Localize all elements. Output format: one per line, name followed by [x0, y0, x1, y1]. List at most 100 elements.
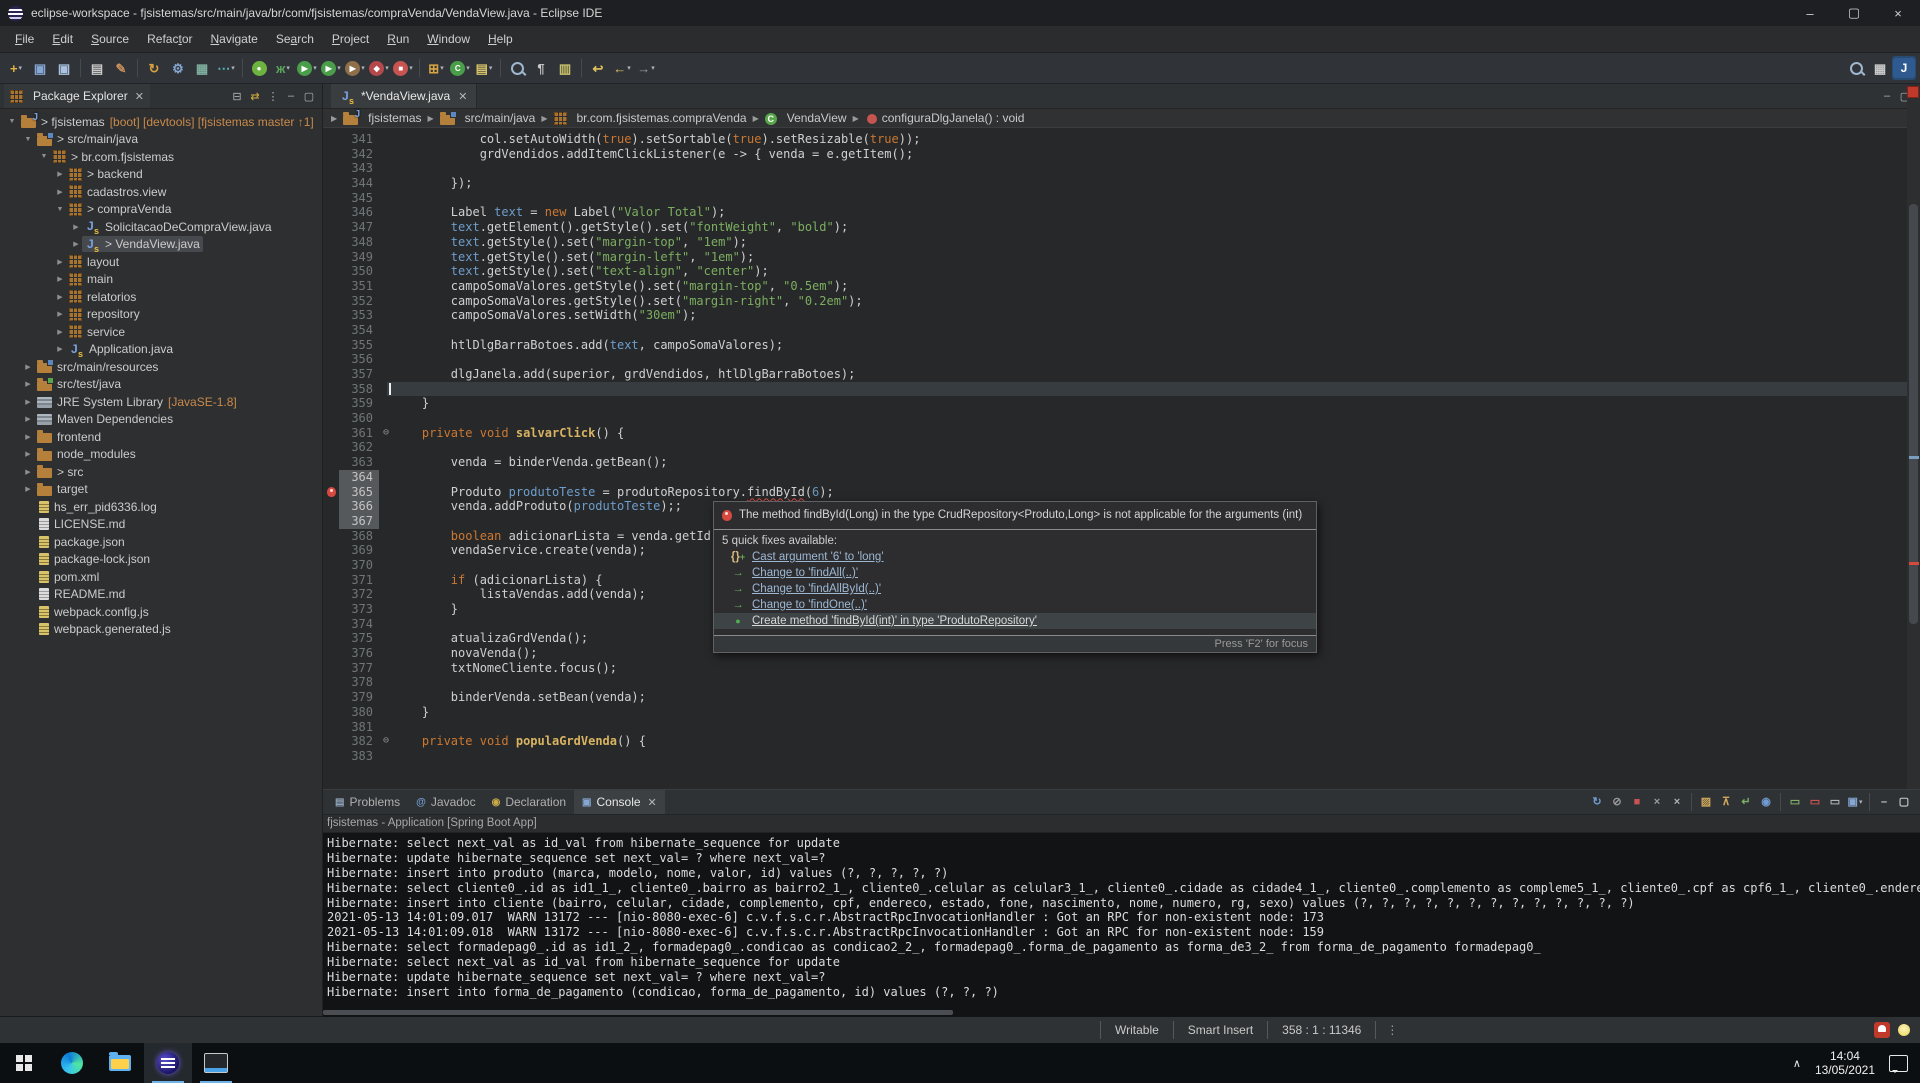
- tree-item-label[interactable]: node_modules: [34, 446, 139, 462]
- tree-item[interactable]: README.md: [0, 586, 322, 604]
- tree-item-label[interactable]: package.json: [34, 534, 128, 550]
- line-number[interactable]: 352: [339, 294, 379, 309]
- scroll-lock-icon[interactable]: ⊼: [1716, 792, 1736, 812]
- expander-icon[interactable]: ▶: [54, 275, 66, 283]
- line-number[interactable]: 376: [339, 646, 379, 661]
- line-number[interactable]: 360: [339, 411, 379, 426]
- run-history-icon[interactable]: ▶▾: [319, 56, 343, 80]
- fold-collapse-icon[interactable]: ⊖: [379, 426, 393, 441]
- line-number[interactable]: 359: [339, 396, 379, 411]
- line-number[interactable]: 343: [339, 161, 379, 176]
- line-number[interactable]: 341: [339, 132, 379, 147]
- run-icon[interactable]: ▶▾: [295, 56, 319, 80]
- breadcrumb-item[interactable]: configuraDlgJanela() : void: [861, 111, 1029, 125]
- tree-item-label[interactable]: Maven Dependencies: [34, 411, 176, 427]
- line-number[interactable]: 365: [339, 485, 379, 500]
- minimize-icon[interactable]: –: [1874, 792, 1894, 812]
- line-number[interactable]: 377: [339, 661, 379, 676]
- tree-item-label[interactable]: JRE System Library[JavaSE-1.8]: [34, 394, 240, 410]
- tree-item-label[interactable]: LICENSE.md: [34, 516, 128, 532]
- tree-item-label[interactable]: hs_err_pid6336.log: [34, 499, 160, 515]
- code-line[interactable]: 381: [323, 720, 1920, 735]
- tree-item[interactable]: ▶Maven Dependencies: [0, 411, 322, 429]
- tree-item[interactable]: ▼> src/main/java: [0, 131, 322, 149]
- minimize-icon[interactable]: –: [282, 87, 300, 105]
- remove-launch-icon[interactable]: ×: [1647, 792, 1667, 812]
- lightbulb-icon[interactable]: [1898, 1024, 1910, 1036]
- expander-icon[interactable]: ▼: [54, 206, 66, 213]
- console-tab-console[interactable]: ▣Console✕: [574, 790, 665, 814]
- code-line[interactable]: 355 htlDlgBarraBotoes.add(text, campoSom…: [323, 338, 1920, 353]
- expander-icon[interactable]: ▶: [22, 433, 34, 441]
- tree-item-label[interactable]: > backend: [66, 166, 146, 182]
- tree-item-label[interactable]: src/main/resources: [34, 359, 161, 375]
- taskbar-edge[interactable]: [48, 1043, 96, 1083]
- collapse-all-icon[interactable]: ⊟: [228, 87, 246, 105]
- print-icon[interactable]: ▤: [85, 56, 109, 80]
- line-number[interactable]: 375: [339, 631, 379, 646]
- code-line[interactable]: 364: [323, 470, 1920, 485]
- code-line[interactable]: 352 campoSomaValores.getStyle().set("mar…: [323, 294, 1920, 309]
- tree-item-label[interactable]: > br.com.fjsistemas: [50, 149, 177, 165]
- error-overview-tick[interactable]: [1909, 562, 1919, 565]
- code-editor[interactable]: 341 col.setAutoWidth(true).setSortable(t…: [323, 128, 1920, 789]
- tree-item[interactable]: package.json: [0, 533, 322, 551]
- tree-item-label[interactable]: > VendaView.java: [82, 236, 203, 252]
- tree-item[interactable]: ▼> fjsistemas[boot] [devtools] [fjsistem…: [0, 113, 322, 131]
- line-number[interactable]: 378: [339, 675, 379, 690]
- close-icon[interactable]: ✕: [458, 90, 467, 103]
- new-wizard-icon[interactable]: +▾: [4, 56, 28, 80]
- maximize-icon[interactable]: ▢: [1894, 792, 1914, 812]
- pin-console-icon[interactable]: ◉: [1756, 792, 1776, 812]
- tree-item-label[interactable]: SolicitacaoDeCompraView.java: [82, 219, 275, 235]
- line-number[interactable]: 372: [339, 587, 379, 602]
- editor-scrollbar[interactable]: [1907, 84, 1920, 789]
- menu-file[interactable]: File: [6, 29, 43, 49]
- line-number[interactable]: 349: [339, 250, 379, 265]
- code-line[interactable]: 344 });: [323, 176, 1920, 191]
- disconnect-icon[interactable]: ⊘: [1607, 792, 1627, 812]
- tree-item-label[interactable]: > compraVenda: [66, 201, 174, 217]
- java-search-icon[interactable]: [505, 56, 529, 80]
- action-center-icon[interactable]: [1889, 1055, 1908, 1072]
- tree-item[interactable]: hs_err_pid6336.log: [0, 498, 322, 516]
- tree-item[interactable]: webpack.config.js: [0, 603, 322, 621]
- code-line[interactable]: 356: [323, 352, 1920, 367]
- tree-item[interactable]: ▶frontend: [0, 428, 322, 446]
- maximize-button[interactable]: ▢: [1832, 0, 1876, 26]
- line-number[interactable]: 350: [339, 264, 379, 279]
- open-perspective-icon[interactable]: ▦: [1868, 56, 1892, 80]
- code-line[interactable]: 358: [323, 382, 1920, 397]
- show-stdout-icon[interactable]: ▭: [1785, 792, 1805, 812]
- quickfix-item[interactable]: →Change to 'findAll(..)': [714, 565, 1316, 581]
- refresh-icon[interactable]: ↻: [142, 56, 166, 80]
- line-number[interactable]: 363: [339, 455, 379, 470]
- java-perspective-icon[interactable]: J: [1892, 56, 1916, 80]
- expander-icon[interactable]: ▼: [38, 153, 50, 160]
- expander-icon[interactable]: ▶: [22, 380, 34, 388]
- breadcrumb-item[interactable]: fjsistemas: [339, 111, 425, 125]
- close-icon[interactable]: ✕: [135, 90, 144, 103]
- package-explorer-tab[interactable]: Package Explorer ✕: [4, 84, 150, 108]
- line-number[interactable]: 351: [339, 279, 379, 294]
- expander-icon[interactable]: ▼: [6, 118, 18, 125]
- menu-edit[interactable]: Edit: [43, 29, 82, 49]
- line-number[interactable]: 373: [339, 602, 379, 617]
- expander-icon[interactable]: ▶: [54, 310, 66, 318]
- error-bulb-icon[interactable]: [327, 487, 336, 497]
- expander-icon[interactable]: ▶: [54, 345, 66, 353]
- quickfix-item[interactable]: →Change to 'findOne(..)': [714, 597, 1316, 613]
- line-number[interactable]: 361: [339, 426, 379, 441]
- quickfix-item[interactable]: {}Cast argument '6' to 'long': [714, 549, 1316, 565]
- tree-item-label[interactable]: layout: [66, 254, 122, 270]
- code-line[interactable]: 378: [323, 675, 1920, 690]
- save-icon[interactable]: ▣: [28, 56, 52, 80]
- tree-item[interactable]: ▼> br.com.fjsistemas: [0, 148, 322, 166]
- debug-icon[interactable]: ж▾: [271, 56, 295, 80]
- line-number[interactable]: 382: [339, 734, 379, 749]
- tree-item[interactable]: ▶target: [0, 481, 322, 499]
- open-task-icon[interactable]: ▤▾: [472, 56, 496, 80]
- breadcrumb-item[interactable]: src/main/java: [436, 111, 540, 125]
- close-button[interactable]: ×: [1876, 0, 1920, 26]
- taskbar-clock[interactable]: 14:04 13/05/2021: [1815, 1049, 1875, 1077]
